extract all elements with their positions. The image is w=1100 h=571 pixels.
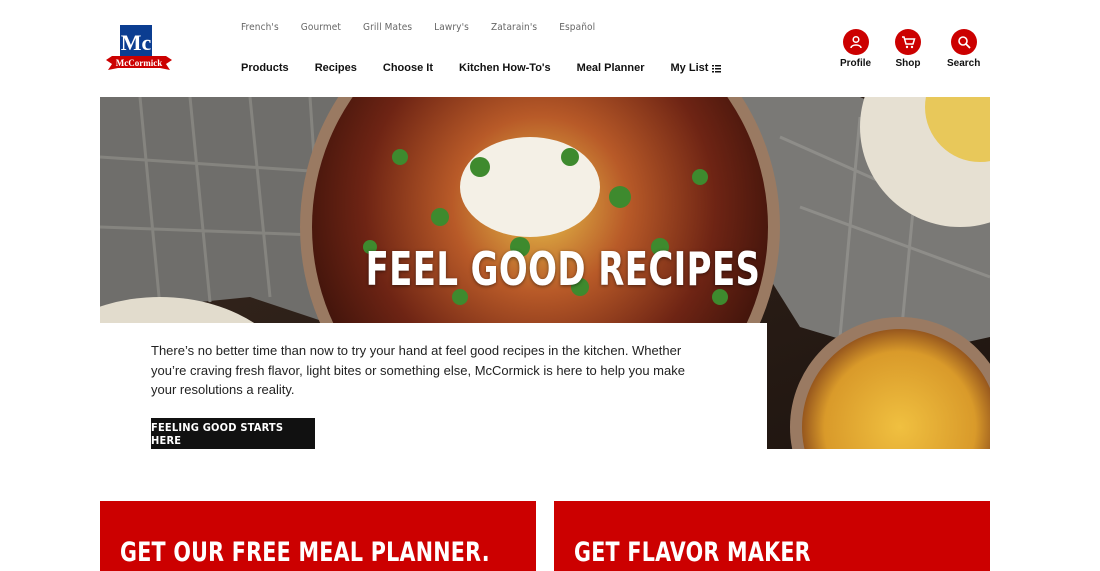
- search-label: Search: [947, 58, 981, 69]
- search-button[interactable]: Search: [947, 29, 980, 69]
- brand-link-frenchs[interactable]: French's: [241, 22, 279, 33]
- mccormick-logo[interactable]: Mc McCormick: [104, 22, 174, 76]
- brand-link-espanol[interactable]: Español: [559, 22, 595, 33]
- brand-link-lawrys[interactable]: Lawry's: [434, 22, 469, 33]
- svg-text:Mc: Mc: [121, 30, 152, 55]
- svg-text:McCormick: McCormick: [116, 58, 162, 68]
- brand-link-zatarains[interactable]: Zatarain's: [491, 22, 537, 33]
- meal-planner-promo-title: GET OUR FREE MEAL PLANNER.: [120, 537, 490, 568]
- nav-choose-it[interactable]: Choose It: [383, 62, 433, 74]
- profile-button[interactable]: Profile: [840, 29, 871, 69]
- nav-my-list[interactable]: My List: [671, 62, 722, 74]
- main-nav: Products Recipes Choose It Kitchen How-T…: [241, 62, 747, 74]
- brand-links: French's Gourmet Grill Mates Lawry's Zat…: [241, 22, 617, 33]
- flavor-maker-promo-title: GET FLAVOR MAKER: [574, 537, 811, 568]
- shop-label: Shop: [895, 58, 921, 69]
- person-icon: [842, 29, 869, 55]
- nav-products[interactable]: Products: [241, 62, 289, 74]
- brand-link-gourmet[interactable]: Gourmet: [301, 22, 341, 33]
- nav-recipes[interactable]: Recipes: [315, 62, 357, 74]
- feeling-good-cta-button[interactable]: FEELING GOOD STARTS HERE: [151, 418, 315, 449]
- nav-meal-planner[interactable]: Meal Planner: [577, 62, 645, 74]
- nav-kitchen-how-tos[interactable]: Kitchen How-To's: [459, 62, 551, 74]
- nav-my-list-label: My List: [670, 62, 709, 74]
- flavor-maker-promo[interactable]: GET FLAVOR MAKER: [554, 501, 990, 571]
- profile-label: Profile: [840, 58, 872, 69]
- hero-title: FEEL GOOD RECIPES: [365, 242, 761, 296]
- hero-description: There’s no better time than now to try y…: [151, 343, 685, 397]
- cart-icon: [895, 29, 921, 55]
- search-icon: [950, 29, 977, 55]
- meal-planner-promo[interactable]: GET OUR FREE MEAL PLANNER.: [100, 501, 536, 571]
- list-icon: [712, 64, 722, 73]
- shop-button[interactable]: Shop: [895, 29, 921, 69]
- brand-link-grill-mates[interactable]: Grill Mates: [363, 22, 412, 33]
